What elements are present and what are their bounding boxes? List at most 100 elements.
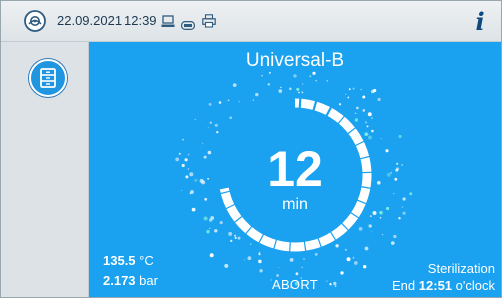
sparkle-dot [209, 121, 212, 124]
sparkle-dot [367, 112, 372, 117]
sparkle-dot [207, 150, 212, 155]
ring-tick [267, 102, 274, 113]
sparkle-dot [258, 259, 262, 264]
sparkle-dot [393, 234, 397, 239]
sparkle-dot [237, 236, 241, 240]
ring-tick [223, 145, 234, 151]
sparkle-dot [398, 134, 402, 139]
sparkle-dot [352, 87, 355, 90]
sparkle-dot [203, 216, 208, 221]
sparkle-dot [208, 102, 212, 106]
sparkle-dot [391, 241, 395, 245]
sparkle-dot [280, 86, 282, 89]
sparkle-dot [202, 142, 204, 144]
sparkle-dot [377, 97, 381, 102]
sparkle-dot [370, 231, 373, 233]
sparkle-dot [199, 178, 204, 183]
sparkle-dot [230, 239, 233, 243]
sparkle-dot [380, 138, 382, 140]
sparkle-dot [364, 132, 369, 136]
remaining-unit: min [282, 196, 308, 213]
info-button[interactable]: i [465, 6, 495, 36]
sparkle-dot [353, 261, 358, 265]
sparkle-dot [369, 225, 372, 228]
device-icon [23, 9, 47, 38]
menu-button[interactable] [29, 59, 67, 97]
sparkle-dot [401, 164, 403, 166]
pressure-value: 2.173 [103, 273, 136, 288]
sparkle-dot [362, 95, 366, 99]
sparkle-dot [364, 246, 369, 251]
sparkle-dot [386, 206, 390, 211]
computer-icon [161, 15, 175, 33]
sparkle-dot [207, 177, 209, 180]
sparkle-dot [181, 189, 183, 191]
sparkle-dot [206, 230, 210, 234]
sparkle-dot [261, 75, 263, 77]
sparkle-dot [187, 153, 190, 156]
sparkle-dot [372, 211, 377, 215]
sparkle-dot [371, 89, 375, 94]
sparkle-dot [175, 157, 180, 162]
sparkle-dot [227, 99, 230, 102]
sparkle-dot [379, 210, 383, 215]
remaining-time: 12 [267, 141, 323, 197]
phase-label: Sterilization [427, 261, 495, 276]
sparkle-dot [293, 74, 297, 78]
printer-icon [202, 14, 216, 33]
abort-button[interactable]: ABORT [265, 277, 325, 292]
sparkle-dot [395, 167, 400, 171]
sparkle-dot [377, 181, 381, 185]
sparkle-dot [189, 172, 194, 177]
sparkle-dot [309, 75, 312, 78]
sparkle-dot [255, 92, 259, 97]
ring-tick [289, 241, 291, 252]
sparkle-dot [402, 211, 406, 215]
sparkle-dot [252, 99, 255, 101]
sparkle-dot [243, 259, 245, 261]
sparkle-dot [326, 280, 328, 282]
sparkle-dot [393, 193, 395, 195]
temperature-unit: °C [139, 253, 154, 268]
sparkle-dot [209, 253, 214, 258]
sparkle-dot [191, 207, 196, 212]
temperature-readout: 135.5 °C [103, 253, 154, 268]
drawer-menu-icon [40, 68, 56, 88]
end-suffix: o'clock [455, 278, 495, 293]
sparkle-dot [187, 168, 190, 170]
sparkle-dot [358, 227, 363, 231]
sparkle-dot [354, 118, 359, 122]
sparkle-dot [368, 135, 372, 140]
sparkle-dot [409, 192, 413, 196]
sparkle-dot [390, 171, 392, 174]
sparkle-dot [194, 178, 198, 182]
sparkle-dot [278, 267, 280, 268]
temperature-value: 135.5 [103, 253, 136, 268]
sparkle-dot [181, 163, 185, 168]
sparkle-dot [402, 197, 406, 201]
sparkle-dot [204, 197, 208, 201]
ring-tick [219, 161, 230, 164]
sparkle-dot [333, 281, 337, 286]
sparkle-dot [207, 127, 209, 129]
sparkle-dot [182, 138, 184, 141]
sparkle-dot [356, 106, 359, 110]
sparkle-dot [289, 87, 292, 91]
sparkle-dot [398, 217, 401, 220]
pressure-readout: 2.173 bar [103, 273, 158, 288]
sidebar [1, 42, 89, 297]
end-time-line: End 12:51 o'clock [392, 278, 495, 293]
sparkle-dot [366, 125, 369, 128]
sparkle-dot [218, 101, 222, 104]
sparkle-dot [234, 237, 237, 239]
pressure-unit: bar [139, 273, 158, 288]
ring-tick [283, 98, 287, 109]
sparkle-dot [229, 116, 232, 120]
sparkle-dot [214, 229, 218, 233]
sparkle-dot [301, 91, 304, 94]
sparkle-dot [369, 215, 372, 218]
sparkle-dot [347, 96, 350, 99]
sparkle-dot [312, 71, 316, 75]
sparkle-dot [371, 129, 374, 133]
sparkle-dot [334, 285, 337, 287]
